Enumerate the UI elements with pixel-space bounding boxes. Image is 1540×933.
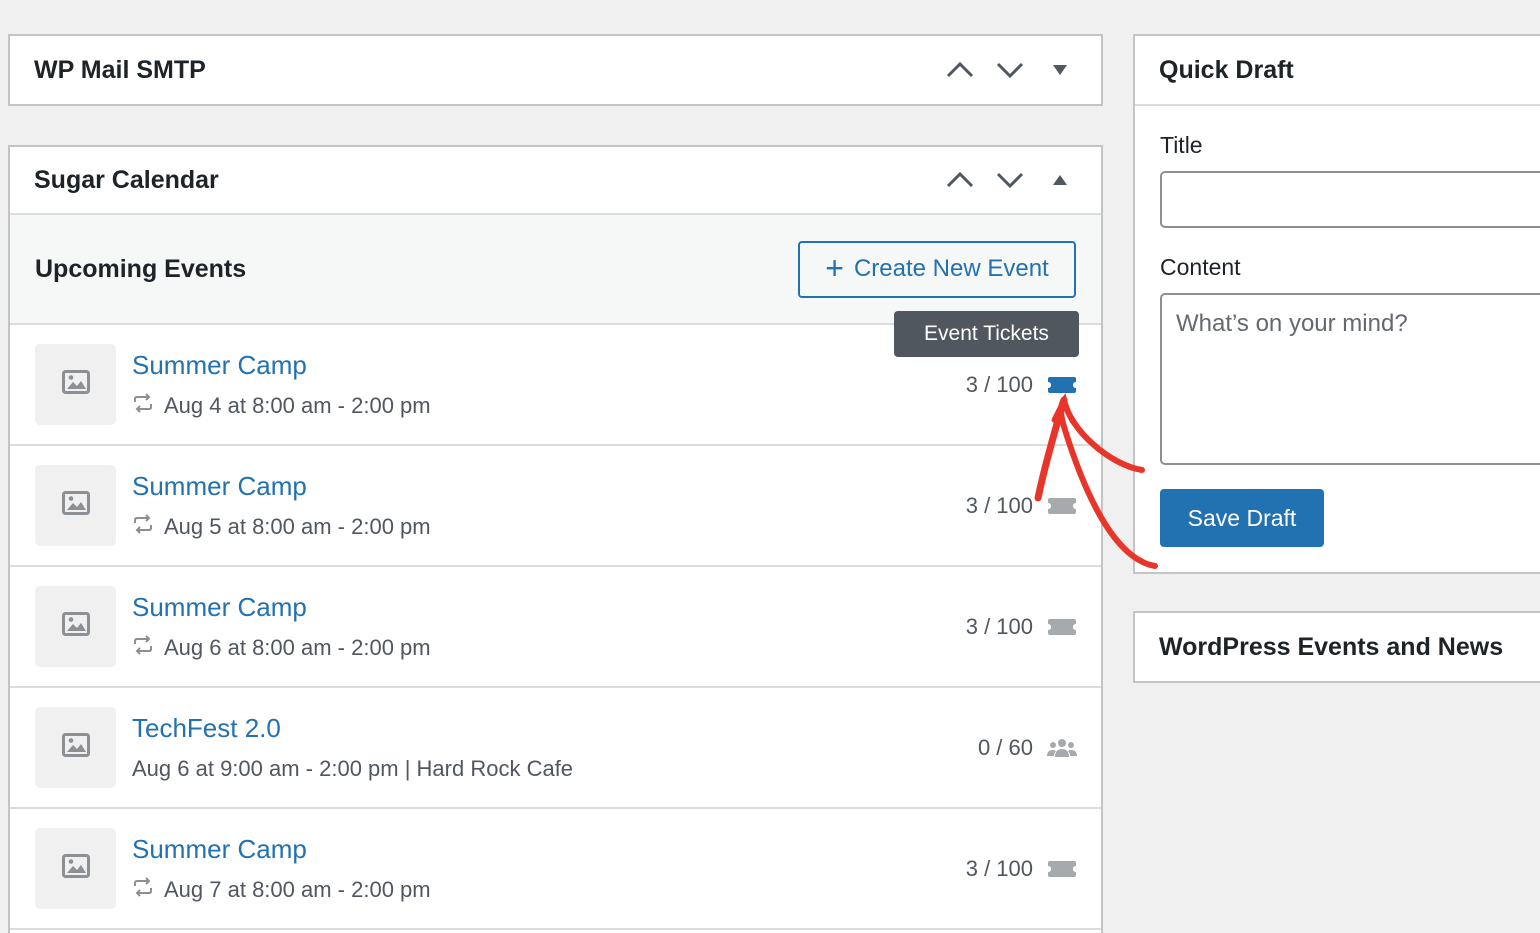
event-datetime: Aug 4 at 8:00 am - 2:00 pm	[164, 393, 431, 418]
event-datetime: Aug 5 at 8:00 am - 2:00 pm	[164, 514, 431, 539]
content-label: Content	[1160, 254, 1241, 280]
ticket-icon[interactable]	[1047, 376, 1077, 394]
quick-draft-header: Quick Draft	[1135, 36, 1540, 106]
create-new-event-label: Create New Event	[853, 255, 1049, 282]
event-capacity: 3 / 100	[966, 809, 1077, 928]
event-thumbnail	[35, 465, 116, 546]
image-placeholder-icon	[61, 733, 90, 762]
sugar-calendar-header: Sugar Calendar	[10, 147, 1101, 215]
event-info: Summer Camp Aug 5 at 8:00 am - 2:00 pm	[132, 471, 1101, 540]
image-placeholder-icon	[61, 854, 90, 883]
upcoming-events-bar: Upcoming Events + Create New Event	[10, 215, 1101, 325]
wp-mail-smtp-header: WP Mail SMTP	[10, 36, 1101, 104]
event-info: Summer Camp Aug 7 at 8:00 am - 2:00 pm	[132, 834, 1101, 903]
event-title-link[interactable]: Summer Camp	[132, 834, 1101, 865]
wordpress-events-news-header: WordPress Events and News	[1135, 613, 1540, 681]
event-thumbnail	[35, 344, 116, 425]
quick-draft-widget: Quick Draft Title Content What’s on your…	[1133, 34, 1540, 574]
event-tickets-tooltip: Event Tickets	[894, 311, 1079, 357]
event-capacity: 3 / 100	[966, 446, 1077, 565]
recurring-icon	[132, 877, 154, 903]
wp-mail-smtp-title: WP Mail SMTP	[34, 55, 206, 84]
wordpress-events-news-widget: WordPress Events and News	[1133, 611, 1540, 683]
move-up-icon[interactable]	[941, 51, 979, 89]
move-down-icon[interactable]	[991, 51, 1029, 89]
event-title-link[interactable]: TechFest 2.0	[132, 713, 1101, 744]
event-meta: Aug 6 at 8:00 am - 2:00 pm	[132, 635, 1101, 661]
image-placeholder-icon	[61, 370, 90, 399]
expand-toggle-icon[interactable]	[1041, 51, 1079, 89]
recurring-icon	[132, 635, 154, 661]
image-placeholder-icon	[61, 491, 90, 520]
content-textarea[interactable]: What’s on your mind?	[1160, 293, 1540, 465]
event-info: TechFest 2.0 Aug 6 at 9:00 am - 2:00 pm |…	[132, 713, 1101, 782]
create-new-event-button[interactable]: + Create New Event	[798, 240, 1076, 298]
wp-mail-smtp-widget: WP Mail SMTP	[8, 34, 1103, 106]
title-label: Title	[1160, 132, 1203, 158]
event-meta: Aug 7 at 8:00 am - 2:00 pm	[132, 877, 1101, 903]
ticket-icon[interactable]	[1047, 860, 1077, 878]
event-info: Summer Camp Aug 6 at 8:00 am - 2:00 pm	[132, 592, 1101, 661]
event-title-link[interactable]: Summer Camp	[132, 592, 1101, 623]
event-info: Summer Camp Aug 4 at 8:00 am - 2:00 pm	[132, 350, 1101, 419]
move-up-icon[interactable]	[941, 161, 979, 199]
attendee-count: 0 / 60	[977, 734, 1033, 760]
event-datetime: Aug 7 at 8:00 am - 2:00 pm	[164, 877, 431, 902]
event-row: TechFest 2.0 Aug 6 at 9:00 am - 2:00 pm |…	[10, 688, 1101, 809]
title-input[interactable]	[1160, 171, 1540, 228]
event-datetime: Aug 6 at 8:00 am - 2:00 pm	[164, 635, 431, 660]
event-capacity: 3 / 100	[966, 567, 1077, 686]
quick-draft-form: Title Content What’s on your mind? Save …	[1135, 106, 1540, 547]
event-thumbnail	[35, 586, 116, 667]
event-row: Summer Camp Aug 7 at 8:00 am - 2:00 pm 3 /…	[10, 809, 1101, 930]
wordpress-events-news-title: WordPress Events and News	[1159, 632, 1504, 661]
event-title-link[interactable]: Summer Camp	[132, 471, 1101, 502]
sugar-calendar-title: Sugar Calendar	[34, 165, 219, 194]
image-placeholder-icon	[61, 612, 90, 641]
attendee-count: 3 / 100	[965, 855, 1033, 881]
event-datetime: Aug 6 at 9:00 am - 2:00 pm | Hard Rock C…	[132, 756, 574, 781]
recurring-icon	[132, 514, 154, 540]
event-capacity: 0 / 60	[978, 688, 1077, 807]
event-thumbnail	[35, 828, 116, 909]
widget-controls	[941, 51, 1079, 89]
quick-draft-title: Quick Draft	[1159, 55, 1294, 84]
event-meta: Aug 6 at 9:00 am - 2:00 pm | Hard Rock C…	[132, 756, 1101, 782]
recurring-icon	[132, 393, 154, 419]
save-draft-button[interactable]: Save Draft	[1160, 489, 1324, 547]
event-meta: Aug 4 at 8:00 am - 2:00 pm	[132, 393, 1101, 419]
move-down-icon[interactable]	[991, 161, 1029, 199]
attendees-icon[interactable]	[1047, 737, 1077, 759]
event-list: Summer Camp Aug 4 at 8:00 am - 2:00 pm 3 /…	[10, 325, 1101, 930]
ticket-icon[interactable]	[1047, 497, 1077, 515]
collapse-toggle-icon[interactable]	[1041, 161, 1079, 199]
attendee-count: 3 / 100	[965, 613, 1033, 639]
upcoming-events-title: Upcoming Events	[35, 254, 247, 283]
sugar-calendar-widget: Sugar Calendar Upcoming Events + Create …	[8, 145, 1103, 933]
widget-controls	[941, 161, 1079, 199]
plus-icon: +	[825, 249, 844, 286]
event-row: Summer Camp Aug 5 at 8:00 am - 2:00 pm 3 /…	[10, 446, 1101, 567]
ticket-icon[interactable]	[1047, 618, 1077, 636]
event-thumbnail	[35, 707, 116, 788]
attendee-count: 3 / 100	[965, 371, 1033, 397]
event-meta: Aug 5 at 8:00 am - 2:00 pm	[132, 514, 1101, 540]
event-row: Summer Camp Aug 6 at 8:00 am - 2:00 pm 3 /…	[10, 567, 1101, 688]
attendee-count: 3 / 100	[965, 492, 1033, 518]
